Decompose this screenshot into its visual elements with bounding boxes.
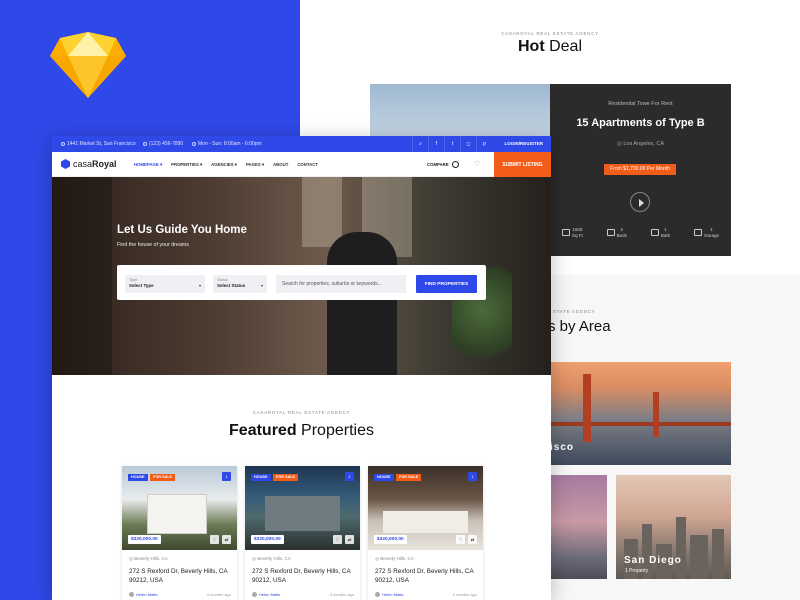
hotdeal-agency: CASAROYAL REAL ESTATE AGENCY bbox=[501, 31, 599, 36]
property-card[interactable]: HOUSE FOR SALE 1 $320,000.00 ♡ ⇄ ◎ Bever… bbox=[122, 466, 237, 600]
compare-icon[interactable]: ⇄ bbox=[345, 535, 354, 544]
hero-title: Let Us Guide You Home bbox=[117, 224, 247, 236]
logo-icon bbox=[61, 159, 70, 169]
hero-banner: Let Us Guide You Home Find the house of … bbox=[52, 177, 551, 375]
area-card-left[interactable] bbox=[548, 475, 607, 579]
nav-agencies[interactable]: AGENCIES ▾ bbox=[211, 162, 237, 168]
clock-icon bbox=[192, 142, 196, 146]
area-label-sd: San Diego bbox=[624, 555, 682, 566]
favorite-icon[interactable]: ♡ bbox=[333, 535, 342, 544]
card-price: $320,000.00 bbox=[374, 535, 407, 544]
sketch-logo-icon bbox=[50, 32, 126, 98]
avatar bbox=[252, 592, 257, 597]
area-sd-count: 1 Property bbox=[625, 568, 649, 574]
house-badge: HOUSE bbox=[251, 474, 271, 481]
chevron-down-icon: ▾ bbox=[198, 283, 201, 288]
hero-subtitle: Find the house of your dreams bbox=[117, 242, 189, 248]
type-select[interactable]: Type Select Type ▾ bbox=[125, 275, 205, 293]
play-icon[interactable] bbox=[630, 192, 650, 212]
card-location: ◎ Beverly Hills, CA bbox=[129, 556, 168, 561]
card-location: ◎ Beverly Hills, CA bbox=[252, 556, 291, 561]
login-register-link[interactable]: LOGIN/REGISTER bbox=[504, 141, 543, 146]
area-agency: STATE AGENCY bbox=[553, 309, 596, 314]
image-count: 1 bbox=[468, 472, 477, 481]
chevron-down-icon: ▾ bbox=[260, 283, 263, 288]
image-count: 1 bbox=[222, 472, 231, 481]
avatar bbox=[129, 592, 134, 597]
card-date: 4 months ago bbox=[206, 592, 231, 597]
area-icon bbox=[561, 229, 570, 236]
instagram-icon[interactable]: ◻ bbox=[460, 136, 476, 152]
hotdeal-price: From $1,700.00 Per Month bbox=[604, 164, 676, 175]
site-logo[interactable]: casa Royal bbox=[61, 159, 117, 169]
topbar-hours: Mon - Sun: 8:00am - 6:00pm bbox=[198, 141, 262, 147]
area-title: s by Area bbox=[548, 318, 611, 335]
card-agent[interactable]: Helen Matts bbox=[375, 592, 403, 597]
garage-icon bbox=[694, 229, 703, 236]
hotdeal-subtitle: Residential Towe For Rent bbox=[608, 101, 673, 107]
find-properties-button[interactable]: FIND PROPERTIES bbox=[416, 275, 477, 293]
property-card[interactable]: HOUSE FOR SALE 1 $320,000.00 ♡ ⇄ ◎ Bever… bbox=[368, 466, 483, 600]
hotdeal-location: ◎ Los Angeles, CA bbox=[617, 141, 664, 147]
card-location: ◎ Beverly Hills, CA bbox=[375, 556, 414, 561]
for-sale-badge: FOR SALE bbox=[150, 474, 176, 481]
facebook-icon[interactable]: f bbox=[428, 136, 444, 152]
compare-icon bbox=[451, 161, 459, 168]
top-bar: 1441 Market St, San Francisco (123) 456-… bbox=[52, 136, 551, 152]
card-address[interactable]: 272 S Rexford Dr, Beverly Hills, CA 9021… bbox=[375, 567, 480, 585]
area-card-san-diego[interactable]: San Diego 1 Property bbox=[616, 475, 731, 579]
image-count: 1 bbox=[345, 472, 354, 481]
topbar-address: 1441 Market St, San Francisco bbox=[67, 141, 136, 147]
nav-homepage[interactable]: HOMEPAGE ▾ bbox=[134, 162, 162, 168]
card-date: 4 months ago bbox=[329, 592, 354, 597]
favorites-heart-icon[interactable]: ♡ bbox=[474, 160, 480, 168]
hotdeal-name[interactable]: 15 Apartments of Type B bbox=[550, 117, 731, 129]
house-badge: HOUSE bbox=[128, 474, 148, 481]
avatar bbox=[375, 592, 380, 597]
property-card[interactable]: HOUSE FOR SALE 1 $320,000.00 ♡ ⇄ ◎ Bever… bbox=[245, 466, 360, 600]
featured-agency: CASAROYAL REAL ESTATE AGENCY bbox=[252, 410, 351, 415]
nav-contact[interactable]: CONTACT bbox=[297, 162, 318, 168]
topbar-phone: (123) 456-7890 bbox=[149, 141, 184, 147]
search-input[interactable]: Search for properties, suburbs or keywor… bbox=[276, 275, 406, 293]
area-label-sf: isco bbox=[550, 442, 575, 453]
card-agent[interactable]: Helen Matts bbox=[252, 592, 280, 597]
pinterest-icon[interactable]: p bbox=[476, 136, 492, 152]
card-address[interactable]: 272 S Rexford Dr, Beverly Hills, CA 9021… bbox=[252, 567, 357, 585]
for-sale-badge: FOR SALE bbox=[396, 474, 422, 481]
nav-about[interactable]: ABOUT bbox=[273, 162, 288, 168]
twitter-icon[interactable]: t bbox=[444, 136, 460, 152]
hotdeal-title: Hot Deal bbox=[517, 38, 582, 55]
submit-listing-button[interactable]: SUBMIT LISTING bbox=[494, 152, 551, 177]
status-select[interactable]: Status Select Status ▾ bbox=[213, 275, 267, 293]
compare-icon[interactable]: ⇄ bbox=[222, 535, 231, 544]
site-mockup: 1441 Market St, San Francisco (123) 456-… bbox=[52, 136, 551, 600]
card-date: 4 months ago bbox=[452, 592, 477, 597]
card-price: $320,000.00 bbox=[251, 535, 284, 544]
compare-button[interactable]: COMPARE bbox=[427, 161, 459, 168]
favorite-icon[interactable]: ♡ bbox=[210, 535, 219, 544]
card-agent[interactable]: Helen Matts bbox=[129, 592, 157, 597]
for-sale-badge: FOR SALE bbox=[273, 474, 299, 481]
card-address[interactable]: 272 S Rexford Dr, Beverly Hills, CA 9021… bbox=[129, 567, 234, 585]
favorite-icon[interactable]: ♡ bbox=[456, 535, 465, 544]
nav-pages[interactable]: PAGES ▾ bbox=[246, 162, 264, 168]
house-badge: HOUSE bbox=[374, 474, 394, 481]
bath-icon bbox=[650, 229, 659, 236]
property-search-bar: Type Select Type ▾ Status Select Status ▾ Se… bbox=[117, 265, 486, 300]
location-icon bbox=[61, 142, 65, 146]
card-price: $320,000.00 bbox=[128, 535, 161, 544]
area-card-san-francisco[interactable]: isco bbox=[548, 362, 731, 465]
phone-icon bbox=[143, 142, 147, 146]
main-nav: casa Royal HOMEPAGE ▾ PROPERTIES ▾ AGENCI… bbox=[52, 152, 551, 177]
nav-properties[interactable]: PROPERTIES ▾ bbox=[171, 162, 202, 168]
hero-person bbox=[327, 232, 397, 375]
compare-icon[interactable]: ⇄ bbox=[468, 535, 477, 544]
bed-icon bbox=[606, 229, 615, 236]
search-icon[interactable]: ⌕ bbox=[412, 136, 428, 152]
hotdeal-features: 1600 Sq Ft 2 Beds 1 Bath 1 Garage bbox=[550, 227, 731, 238]
featured-title: Featured Properties bbox=[229, 422, 374, 439]
